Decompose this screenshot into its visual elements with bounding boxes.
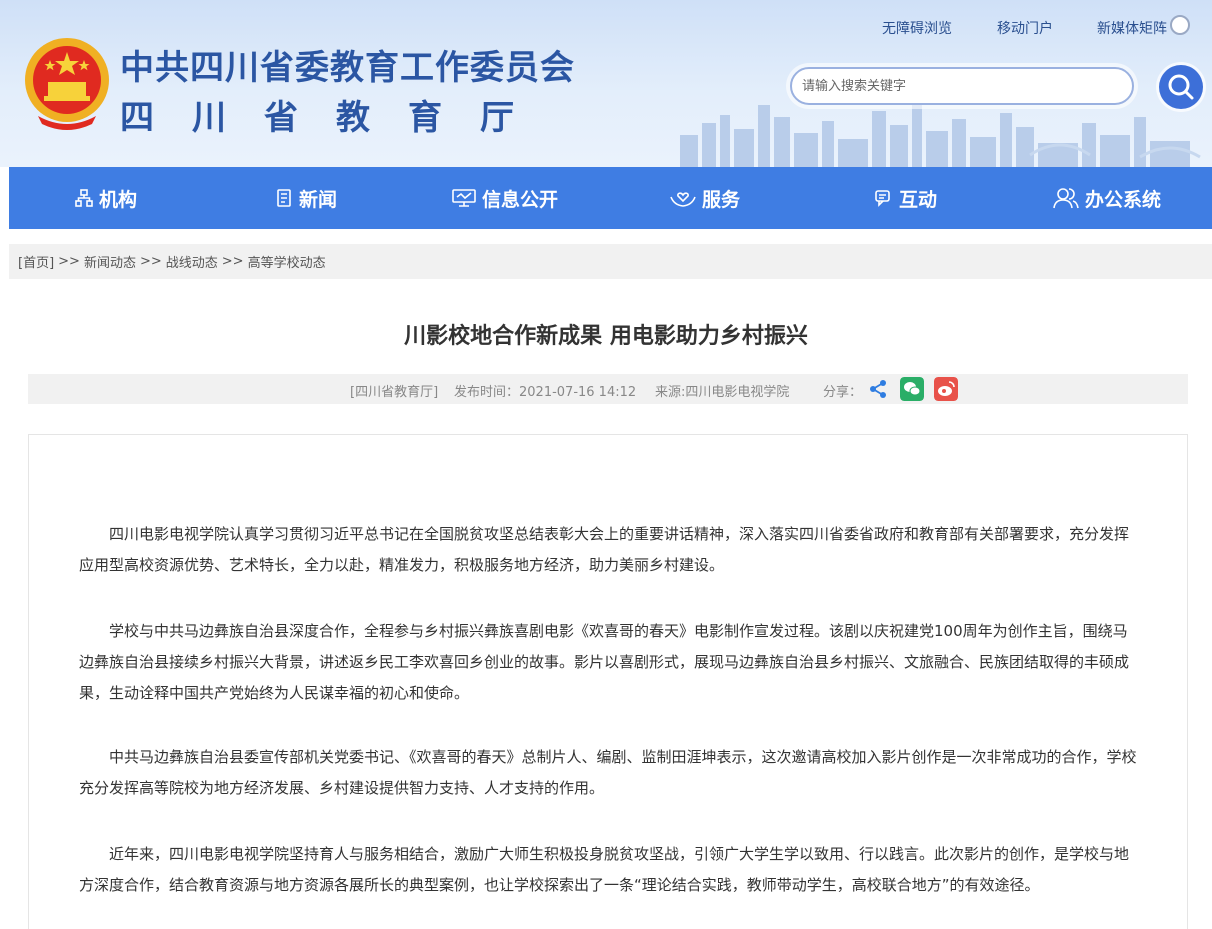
nav-label-org: 机构 xyxy=(99,188,138,211)
monitor-icon xyxy=(452,189,476,207)
new-media-icon[interactable] xyxy=(1170,15,1190,35)
share-icon[interactable] xyxy=(866,377,890,401)
nav-label-interact: 互动 xyxy=(899,188,938,211)
search-input[interactable] xyxy=(792,69,1092,103)
breadcrumb-sep: >> xyxy=(221,254,244,269)
nav-label-info: 信息公开 xyxy=(482,188,559,211)
article-title: 川影校地合作新成果 用电影助力乡村振兴 xyxy=(404,324,808,349)
breadcrumb: [首页] >> 新闻动态 >> 战线动态 >> 高等学校动态 xyxy=(9,244,1212,279)
article-meta: [四川省教育厅] 发布时间：2021-07-16 14:12 来源:四川电影电视… xyxy=(28,374,1188,404)
hands-icon xyxy=(670,192,696,207)
nav-item-org[interactable]: 机构 xyxy=(75,167,137,229)
site-title: 中共四川省委教育工作委员会 xyxy=(120,48,575,88)
site-header: 中共四川省委教育工作委员会 四川省教育厅 无障碍浏览 移动门户 新媒体矩阵 xyxy=(0,0,1212,167)
users-icon xyxy=(1053,188,1079,209)
nav-item-service[interactable]: 服务 xyxy=(670,167,740,229)
new-media-link[interactable]: 新媒体矩阵 xyxy=(1097,18,1167,38)
city-skyline-image xyxy=(680,101,1201,167)
share-label: 分享： xyxy=(823,385,863,400)
article-paragraph: 近年来，四川电影电视学院坚持育人与服务相结合，激励广大师生积极投身脱贫攻坚战，引… xyxy=(79,845,1130,894)
nav-label-office: 办公系统 xyxy=(1085,188,1162,211)
article-body: 四川电影电视学院认真学习贯彻习近平总书记在全国脱贫攻坚总结表彰大会上的重要讲话精… xyxy=(28,434,1188,929)
accessibility-link[interactable]: 无障碍浏览 xyxy=(882,18,952,38)
national-emblem-logo xyxy=(25,38,109,130)
nav-label-news: 新闻 xyxy=(299,188,338,211)
nav-label-service: 服务 xyxy=(702,188,741,211)
article-paragraph: 中共马边彝族自治县委宣传部机关党委书记、《欢喜哥的春天》总制片人、编剧、监制田涯… xyxy=(79,748,1137,797)
site-subtitle: 四川省教育厅 xyxy=(120,98,552,138)
breadcrumb-home[interactable]: [首页] xyxy=(18,252,54,271)
nav-item-office[interactable]: 办公系统 xyxy=(1053,167,1161,229)
meta-site: [四川省教育厅] xyxy=(350,385,439,400)
main-nav: 机构 新闻 信息公开 服务 互动 办公系统 xyxy=(9,167,1212,229)
org-icon xyxy=(75,189,93,207)
mobile-portal-link[interactable]: 移动门户 xyxy=(997,18,1053,38)
breadcrumb-university[interactable]: 高等学校动态 xyxy=(248,252,326,271)
weibo-icon[interactable] xyxy=(934,377,958,401)
article-paragraph: 四川电影电视学院认真学习贯彻习近平总书记在全国脱贫攻坚总结表彰大会上的重要讲话精… xyxy=(79,525,1130,574)
breadcrumb-sep: >> xyxy=(139,254,162,269)
nav-item-info[interactable]: 信息公开 xyxy=(452,167,558,229)
nav-item-news[interactable]: 新闻 xyxy=(275,167,337,229)
wechat-icon[interactable] xyxy=(900,377,924,401)
news-icon xyxy=(277,189,291,207)
chat-icon xyxy=(875,190,890,207)
search-box xyxy=(790,67,1134,105)
meta-source: 来源:四川电影电视学院 xyxy=(655,385,790,400)
breadcrumb-front[interactable]: 战线动态 xyxy=(166,252,218,271)
meta-time: 发布时间：2021-07-16 14:12 xyxy=(454,385,637,400)
breadcrumb-sep: >> xyxy=(58,254,80,269)
top-links: 无障碍浏览 移动门户 新媒体矩阵 xyxy=(0,15,1212,38)
breadcrumb-news[interactable]: 新闻动态 xyxy=(84,252,136,271)
search-button[interactable] xyxy=(1159,65,1203,109)
article-paragraph: 学校与中共马边彝族自治县深度合作，全程参与乡村振兴彝族喜剧电影《欢喜哥的春天》电… xyxy=(79,622,1130,702)
nav-item-interact[interactable]: 互动 xyxy=(875,167,937,229)
search-icon xyxy=(1168,74,1194,100)
